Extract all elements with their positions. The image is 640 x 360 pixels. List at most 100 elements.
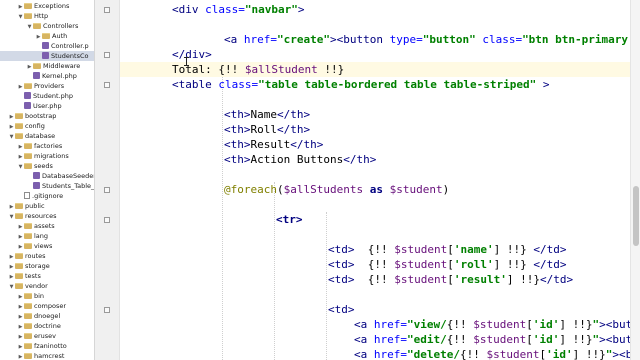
code-editor[interactable]: <div class="navbar"> <a href="create"><bu…	[120, 0, 640, 360]
tree-item[interactable]: .gitignore	[0, 191, 94, 201]
tree-item[interactable]: ▼ database	[0, 131, 94, 141]
tree-item[interactable]: ▼ resources	[0, 211, 94, 221]
code-line[interactable]: <td> {!! $student['roll'] !!} </td>	[328, 257, 566, 272]
tree-item[interactable]: ▶ bootstrap	[0, 111, 94, 121]
code-token: </div>	[172, 48, 212, 61]
tree-item[interactable]: Students_Table_	[0, 181, 94, 191]
tree-item[interactable]: ▶ composer	[0, 301, 94, 311]
code-token: class=	[205, 3, 245, 16]
fold-marker-icon[interactable]	[104, 7, 110, 13]
code-line[interactable]: <th>Result</th>	[224, 137, 323, 152]
code-line[interactable]: <a href="create"><button type="button" c…	[224, 32, 640, 47]
tree-item[interactable]: ▶ fzaninotto	[0, 341, 94, 351]
code-token: 'roll'	[453, 258, 494, 271]
code-token: <th>	[224, 108, 251, 121]
code-token: !!}	[317, 63, 345, 76]
fold-marker-icon[interactable]	[104, 187, 110, 193]
fold-marker-icon[interactable]	[104, 217, 110, 223]
tree-item-label: Middleware	[43, 62, 81, 70]
tree-item-label: assets	[34, 222, 55, 230]
code-line[interactable]: <a href="view/{!! $student['id'] !!}"><b…	[354, 317, 640, 332]
editor-vertical-scrollbar[interactable]	[630, 0, 640, 360]
php-file-icon	[24, 102, 31, 109]
code-line[interactable]: <th>Name</th>	[224, 107, 310, 122]
code-line[interactable]: <a href="delete/{!! $student['id'] !!}">…	[354, 347, 639, 360]
tree-item[interactable]: ▶ doctrine	[0, 321, 94, 331]
code-token: </td>	[533, 258, 567, 271]
code-token: $allStudent	[244, 63, 318, 76]
tree-item[interactable]: ▶ lang	[0, 231, 94, 241]
tree-item[interactable]: ▶ migrations	[0, 151, 94, 161]
code-token: ] !!}	[572, 348, 606, 360]
code-line[interactable]: <th>Action Buttons</th>	[224, 152, 376, 167]
project-tree[interactable]: ▶ Exceptions ▼ Http ▼ Controllers ▶ Auth Control…	[0, 0, 95, 360]
tree-item[interactable]: ▶ Middleware	[0, 61, 94, 71]
code-line[interactable]: <tr>	[276, 212, 303, 227]
tree-item[interactable]: ▶ Auth	[0, 31, 94, 41]
tree-item[interactable]: ▼ vendor	[0, 281, 94, 291]
tree-item[interactable]: ▶ public	[0, 201, 94, 211]
tree-item[interactable]: ▶ factories	[0, 141, 94, 151]
folder-icon	[24, 163, 32, 169]
tree-item[interactable]: ▶ hamcrest	[0, 351, 94, 360]
tree-item[interactable]: ▶ storage	[0, 261, 94, 271]
code-token: $student	[394, 258, 448, 271]
tree-item[interactable]: ▶ views	[0, 241, 94, 251]
tree-item[interactable]: ▶ dnoegel	[0, 311, 94, 321]
code-token: "delete/	[407, 348, 460, 360]
code-token: <td>	[328, 243, 355, 256]
fold-marker-icon[interactable]	[104, 307, 110, 313]
code-line[interactable]: </div>	[172, 47, 212, 62]
tree-item[interactable]: ▶ Exceptions	[0, 1, 94, 11]
code-token: <a	[354, 333, 374, 346]
code-token: [	[526, 318, 533, 331]
code-line[interactable]: <a href="edit/{!! $student['id'] !!}"><b…	[354, 332, 640, 347]
code-token: class=	[218, 78, 259, 91]
tree-item-label: dnoegel	[34, 312, 61, 320]
tree-item[interactable]: Controller.p	[0, 41, 94, 51]
code-line[interactable]: <th>Roll</th>	[224, 122, 310, 137]
code-token: <tr>	[276, 213, 303, 226]
scrollbar-thumb[interactable]	[633, 186, 639, 246]
php-file-icon	[42, 42, 49, 49]
code-line[interactable]: <div class="navbar">	[172, 2, 304, 17]
tree-item[interactable]: DatabaseSeeder	[0, 171, 94, 181]
code-token: "view/	[407, 318, 447, 331]
fold-marker-icon[interactable]	[104, 82, 110, 88]
tree-item[interactable]: ▶ bin	[0, 291, 94, 301]
code-token: ] !!}	[493, 243, 534, 256]
tree-item[interactable]: ▶ tests	[0, 271, 94, 281]
tree-item-label: hamcrest	[34, 352, 65, 360]
tree-item-label: Controller.p	[51, 42, 89, 50]
tree-item[interactable]: Student.php	[0, 91, 94, 101]
code-line[interactable]: <table class="table table-bordered table…	[172, 77, 550, 92]
code-line[interactable]: <td>	[328, 302, 355, 317]
tree-item[interactable]: Kernel.php	[0, 71, 94, 81]
code-line[interactable]: <td> {!! $student['result'] !!}</td>	[328, 272, 573, 287]
code-token: <th>	[224, 123, 251, 136]
tree-item[interactable]: ▼ Controllers	[0, 21, 94, 31]
code-token: >	[536, 78, 550, 91]
code-line[interactable]: Total: {!! $allStudent !!}	[172, 62, 344, 77]
tree-item[interactable]: ▶ Providers	[0, 81, 94, 91]
tree-item-label: Students_Table_	[42, 182, 95, 190]
indent-guide	[222, 77, 223, 360]
tree-item-label: Providers	[34, 82, 65, 90]
folder-icon	[15, 263, 23, 269]
fold-marker-icon[interactable]	[104, 52, 110, 58]
tree-item[interactable]: ▶ assets	[0, 221, 94, 231]
tree-item[interactable]: ▶ erusev	[0, 331, 94, 341]
file-icon	[24, 192, 30, 199]
code-line[interactable]: @foreach($allStudents as $student)	[224, 182, 449, 197]
php-file-icon	[33, 72, 40, 79]
tree-item[interactable]: ▶ routes	[0, 251, 94, 261]
tree-item[interactable]: ▼ Http	[0, 11, 94, 21]
tree-item[interactable]: User.php	[0, 101, 94, 111]
code-token: Result	[250, 138, 291, 151]
tree-item-label: resources	[25, 212, 57, 220]
tree-item[interactable]: StudentsCo	[0, 51, 94, 61]
tree-item[interactable]: ▼ seeds	[0, 161, 94, 171]
code-line[interactable]: <td> {!! $student['name'] !!} </td>	[328, 242, 566, 257]
collapse-arrow-icon[interactable]: ▶	[17, 352, 24, 360]
tree-item[interactable]: ▶ config	[0, 121, 94, 131]
